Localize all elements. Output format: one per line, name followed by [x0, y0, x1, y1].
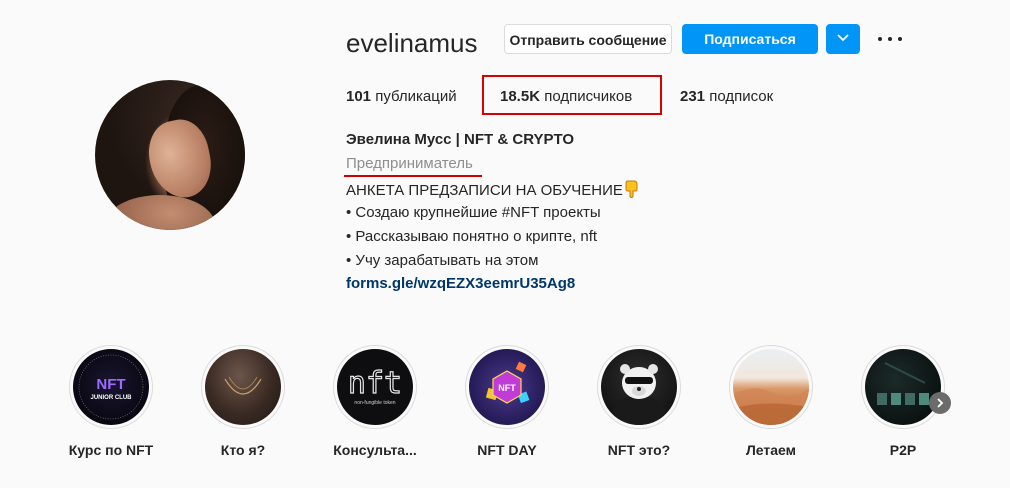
dot-icon: [878, 37, 882, 41]
highlight-label: Кто я?: [220, 442, 266, 458]
highlight-flying[interactable]: [729, 345, 813, 429]
mining-rigs-icon: [877, 362, 929, 405]
highlight-consultation[interactable]: nft non-fungible token: [333, 345, 417, 429]
necklace-photo-icon: [224, 376, 262, 395]
highlight-cover: NFT JUNIOR CLUB: [73, 349, 149, 425]
svg-text:NFT: NFT: [96, 376, 125, 393]
chevron-down-icon: [837, 34, 849, 42]
highlight-cover: [205, 349, 281, 425]
username: evelinamus: [346, 28, 478, 58]
bio-link[interactable]: forms.gle/wzqEZX3eemrU35Ag8: [346, 275, 575, 292]
dot-icon: [898, 37, 902, 41]
following-label: подписок: [709, 88, 774, 105]
nft-junior-club-logo-icon: NFT JUNIOR CLUB: [78, 354, 144, 420]
pointing-down-hand-icon: [625, 180, 638, 198]
posts-label: публикаций: [375, 88, 457, 105]
bio-line: • Учу зарабатывать на этом: [346, 252, 539, 269]
svg-text:JUNIOR CLUB: JUNIOR CLUB: [90, 395, 132, 401]
profile-avatar[interactable]: [95, 80, 245, 230]
full-name: Эвелина Мусс | NFT & CRYPTO: [346, 131, 575, 148]
highlight-cover: [733, 349, 809, 425]
followers-stat[interactable]: 18.5K подписчиков: [500, 88, 632, 106]
chevron-right-icon: [937, 398, 944, 408]
nft-text-logo-icon: nft non-fungible token: [347, 365, 402, 406]
highlight-label: NFT это?: [607, 442, 671, 458]
more-options-button[interactable]: [876, 28, 904, 50]
highlight-p2p[interactable]: [861, 345, 945, 429]
followers-count: 18.5K: [500, 88, 541, 105]
highlight-label: Курс по NFT: [68, 442, 154, 458]
suggested-accounts-button[interactable]: [826, 24, 860, 54]
highlight-cover: NFT: [469, 349, 545, 425]
nft-cube-icon: NFT: [485, 361, 530, 404]
svg-text:NFT: NFT: [498, 383, 516, 393]
highlight-cover: [601, 349, 677, 425]
svg-text:nft: nft: [348, 366, 402, 401]
highlight-cover: nft non-fungible token: [337, 349, 413, 425]
highlight-label: P2P: [889, 442, 917, 458]
polar-bear-character-icon: [613, 364, 665, 425]
bio-line: • Рассказываю понятно о крипте, nft: [346, 228, 598, 245]
bio-line: АНКЕТА ПРЕДЗАПИСИ НА ОБУЧЕНИЕ: [346, 180, 640, 200]
dot-icon: [888, 37, 892, 41]
svg-text:non-fungible token: non-fungible token: [354, 400, 395, 406]
highlights-next-button[interactable]: [929, 392, 951, 414]
highlight-nft-day[interactable]: NFT: [465, 345, 549, 429]
highlight-who-am-i[interactable]: [201, 345, 285, 429]
highlight-label: Консульта...: [333, 442, 417, 458]
highlight-label: Летаем: [745, 442, 797, 458]
posts-stat: 101 публикаций: [346, 88, 457, 106]
following-count: 231: [680, 88, 706, 105]
following-stat[interactable]: 231 подписок: [680, 88, 773, 106]
followers-label: подписчиков: [544, 88, 633, 105]
posts-count: 101: [346, 88, 372, 105]
category-underline: [344, 175, 482, 177]
highlight-cover: [865, 349, 941, 425]
highlight-what-is-nft[interactable]: [597, 345, 681, 429]
highlight-label: NFT DAY: [477, 442, 537, 458]
bio-line: • Создаю крупнейшие #NFT проекты: [346, 204, 601, 221]
highlight-nft-course[interactable]: NFT JUNIOR CLUB: [69, 345, 153, 429]
desert-dunes-icon: [733, 388, 809, 425]
follow-button[interactable]: Подписаться: [682, 24, 818, 54]
send-message-button[interactable]: Отправить сообщение: [504, 24, 672, 54]
profile-category: Предприниматель: [346, 155, 473, 172]
